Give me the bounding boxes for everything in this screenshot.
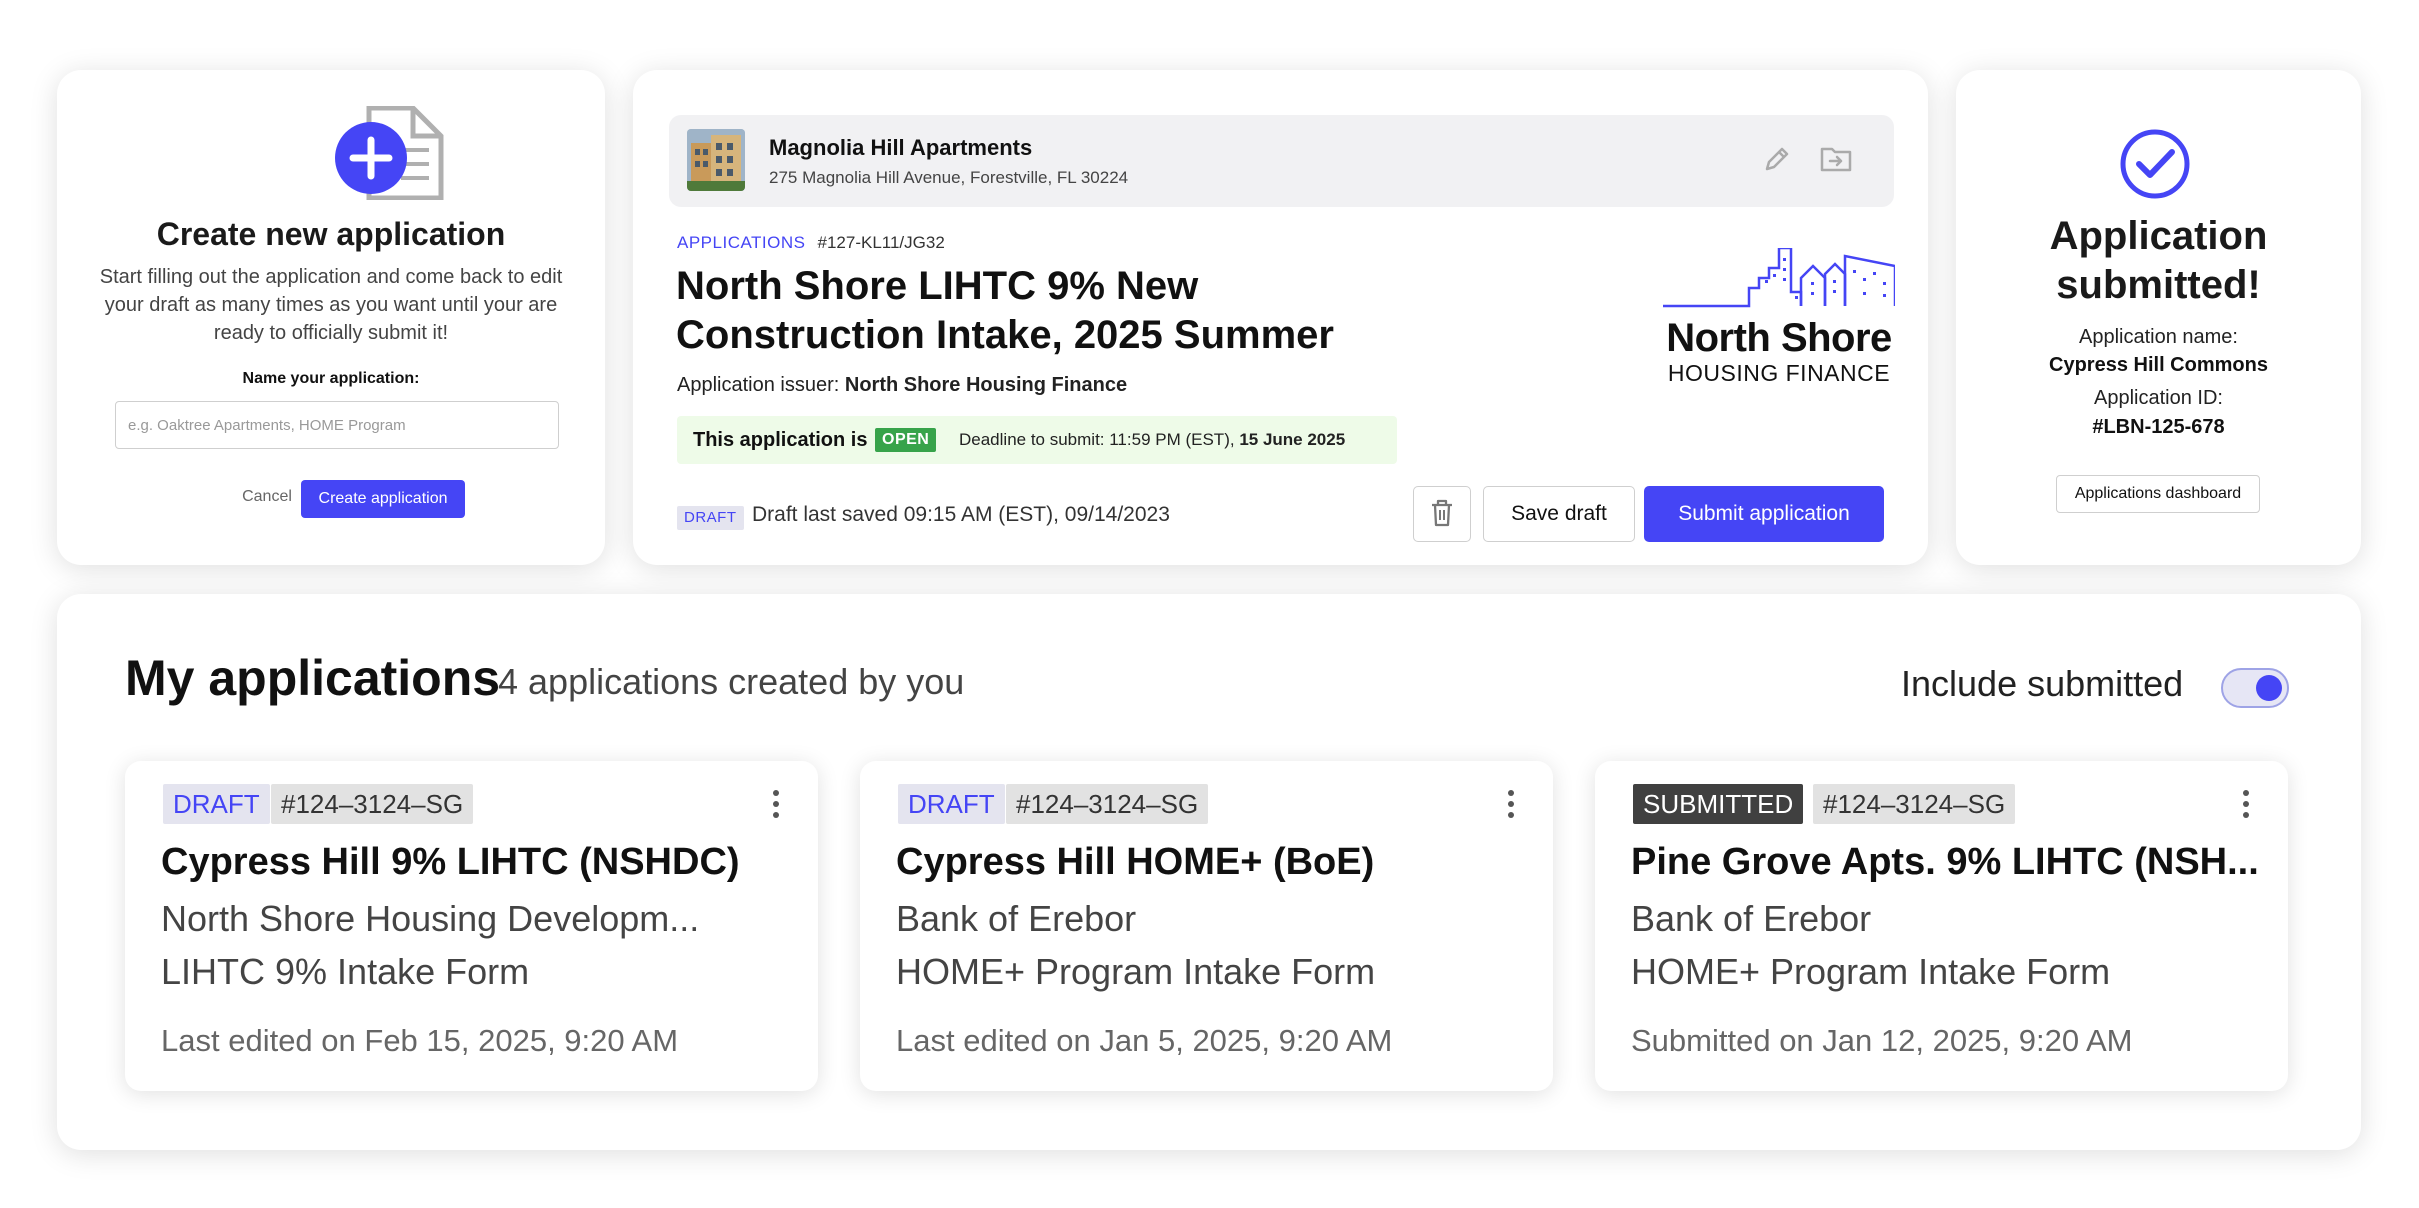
save-draft-button[interactable]: Save draft (1483, 486, 1635, 542)
my-applications-panel: My applications 4 applications created b… (57, 594, 2361, 1150)
status-badge: DRAFT (898, 784, 1005, 824)
document-plus-icon (335, 106, 444, 200)
create-application-button[interactable]: Create application (301, 480, 465, 518)
create-title: Create new application (156, 216, 506, 252)
application-card-title: Cypress Hill HOME+ (BoE) (896, 841, 1375, 883)
delete-button[interactable] (1413, 486, 1471, 542)
application-card-edited: Submitted on Jan 12, 2025, 9:20 AM (1631, 1023, 2133, 1058)
application-card-title: Cypress Hill 9% LIHTC (NSHDC) (161, 841, 740, 883)
include-submitted-label: Include submitted (1901, 663, 2184, 704)
logo-subtitle: HOUSING FINANCE (1667, 360, 1891, 386)
app-id-key: Application ID: (2094, 387, 2223, 409)
application-name-input[interactable] (115, 401, 559, 449)
application-card-edited: Last edited on Feb 15, 2025, 9:20 AM (161, 1023, 679, 1058)
property-name: Magnolia Hill Apartments (769, 135, 1033, 160)
name-label: Name your application: (242, 370, 420, 387)
breadcrumb-applications[interactable]: APPLICATIONS (677, 233, 806, 252)
saved-timestamp: Draft last saved 09:15 AM (EST), 09/14/2… (752, 503, 1170, 526)
application-card-form: HOME+ Program Intake Form (896, 951, 1376, 992)
application-card-org: Bank of Erebor (896, 898, 1137, 939)
status-label: This application is (693, 429, 868, 451)
application-card-org: Bank of Erebor (1631, 898, 1872, 939)
deadline-label: Deadline to submit: 11:59 PM (EST), (959, 430, 1235, 449)
folder-move-icon[interactable] (1819, 143, 1853, 175)
applications-count: 4 applications created by you (498, 661, 965, 702)
issuer-line: Application issuer: North Shore Housing … (677, 374, 1127, 397)
applications-dashboard-button[interactable]: Applications dashboard (2056, 475, 2260, 513)
app-id-value: #LBN-125-678 (2092, 416, 2225, 438)
application-card-title: Pine Grove Apts. 9% LIHTC (NSH... (1631, 841, 2259, 883)
cancel-button[interactable]: Cancel (225, 483, 309, 511)
application-card-edited: Last edited on Jan 5, 2025, 9:20 AM (896, 1023, 1393, 1058)
application-title: North Shore LIHTC 9% New Construction In… (676, 264, 1334, 357)
application-id: #124–3124–SG (1813, 784, 2016, 824)
open-badge: OPEN (875, 428, 937, 452)
status-badge: SUBMITTED (1633, 784, 1804, 824)
status-badge: DRAFT (163, 784, 270, 824)
more-vertical-icon[interactable] (2234, 787, 2258, 821)
deadline-date: 15 June 2025 (1239, 430, 1346, 449)
my-applications-title: My applications (125, 650, 501, 706)
breadcrumb-id: #127-KL11/JG32 (817, 233, 945, 252)
property-address: 275 Magnolia Hill Avenue, Forestville, F… (769, 168, 1129, 187)
application-card[interactable]: DRAFT #124–3124–SG Cypress Hill 9% LIHTC… (125, 761, 818, 1091)
submit-application-button[interactable]: Submit application (1644, 486, 1884, 542)
breadcrumb: APPLICATIONS #127-KL11/JG32 (677, 233, 945, 253)
application-detail-card: Magnolia Hill Apartments 275 Magnolia Hi… (633, 70, 1928, 565)
pencil-icon[interactable] (1761, 143, 1793, 175)
check-circle-icon (2120, 129, 2190, 199)
draft-badge: DRAFT (677, 506, 744, 530)
application-card-form: LIHTC 9% Intake Form (161, 951, 530, 992)
status-box: This application is OPEN Deadline to sub… (677, 416, 1397, 464)
issuer-label: Application issuer: (677, 374, 840, 396)
more-vertical-icon[interactable] (764, 787, 788, 821)
property-thumbnail (687, 129, 745, 191)
property-bar: Magnolia Hill Apartments 275 Magnolia Hi… (669, 115, 1894, 207)
create-application-card: Create new application Start filling out… (57, 70, 605, 565)
application-card-org: North Shore Housing Developm... (161, 898, 700, 939)
logo-name: North Shore (1666, 316, 1892, 360)
create-description: Start filling out the application and co… (99, 266, 563, 344)
deadline-text: Deadline to submit: 11:59 PM (EST), 15 J… (959, 430, 1345, 450)
application-card[interactable]: DRAFT #124–3124–SG Cypress Hill HOME+ (B… (860, 761, 1553, 1091)
submitted-title: Application submitted! (2049, 214, 2268, 307)
trash-icon (1432, 499, 1452, 526)
toggle-knob (2256, 675, 2282, 701)
application-card-form: HOME+ Program Intake Form (1631, 951, 2111, 992)
application-id: #124–3124–SG (271, 784, 474, 824)
application-id: #124–3124–SG (1006, 784, 1209, 824)
issuer-name: North Shore Housing Finance (844, 374, 1128, 396)
submitted-card: Application submitted! Application name:… (1956, 70, 2361, 565)
app-name-value: Cypress Hill Commons (2049, 354, 2268, 376)
more-vertical-icon[interactable] (1499, 787, 1523, 821)
application-card[interactable]: SUBMITTED #124–3124–SG Pine Grove Apts. … (1595, 761, 2288, 1091)
include-submitted-toggle[interactable] (2221, 668, 2289, 708)
app-name-key: Application name: (2079, 326, 2238, 348)
